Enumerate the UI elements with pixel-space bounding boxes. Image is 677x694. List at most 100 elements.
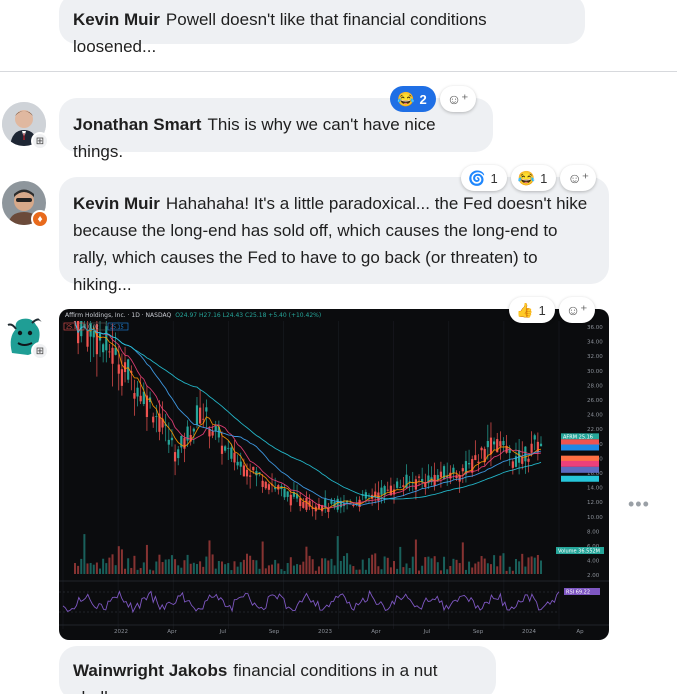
y-tick-label: 24.00 <box>587 413 603 419</box>
volume-bar <box>155 561 158 574</box>
volume-bar <box>205 556 208 574</box>
volume-bar <box>389 567 392 574</box>
author-name[interactable]: Jonathan Smart <box>73 115 201 134</box>
candle-body <box>277 485 280 490</box>
volume-bar <box>152 570 155 574</box>
y-tick-label: 26.00 <box>587 398 603 404</box>
price-tag <box>561 460 599 467</box>
add-reaction-button[interactable]: ☺⁺ <box>560 165 597 191</box>
author-name[interactable]: Wainwright Jakobs <box>73 661 227 680</box>
candle-body <box>396 481 399 488</box>
volume-bar <box>483 558 486 574</box>
volume-bar <box>111 554 114 574</box>
candle-body <box>402 485 405 487</box>
volume-bar <box>114 565 117 574</box>
candle-body <box>530 443 533 453</box>
volume-bar <box>402 567 405 574</box>
more-options-icon[interactable]: ••• <box>628 494 650 515</box>
x-tick-label: 2022 <box>114 629 128 635</box>
volume-bar <box>505 570 508 574</box>
candle-body <box>539 443 543 447</box>
author-name[interactable]: Kevin Muir <box>73 10 160 29</box>
status-badge: ⊞ <box>31 132 49 150</box>
volume-bar <box>189 563 192 574</box>
volume-bar <box>374 553 377 574</box>
stock-chart-image[interactable]: Affirm Holdings, Inc. · 1D · NASDAQ O24.… <box>59 309 609 640</box>
moving-average-line <box>74 321 542 506</box>
y-tick-label: 22.00 <box>587 427 603 433</box>
add-emoji-icon: ☺⁺ <box>565 301 588 318</box>
reaction-thumbs-up[interactable]: 👍 1 <box>509 297 555 323</box>
candle-body <box>220 445 224 454</box>
volume-bar <box>430 558 433 574</box>
volume-bar <box>414 539 417 574</box>
candle-body <box>492 441 496 445</box>
volume-bar <box>377 566 380 574</box>
volume-bar <box>499 555 502 574</box>
candle-body <box>167 439 170 445</box>
candle-body <box>117 364 120 374</box>
volume-bar <box>371 554 374 574</box>
candle-body <box>380 487 383 495</box>
x-tick-label: Apr <box>167 629 177 635</box>
candle-body <box>261 480 264 487</box>
volume-bar <box>233 561 236 574</box>
candle-body <box>467 463 471 465</box>
volume-bar <box>170 555 173 574</box>
y-tick-label: 14.00 <box>587 486 603 492</box>
add-reaction-button[interactable]: ☺⁺ <box>558 297 595 323</box>
volume-bar <box>346 553 349 574</box>
volume-bar <box>177 565 180 574</box>
candle-body <box>245 469 249 477</box>
volume-bar <box>158 554 161 574</box>
volume-bar <box>396 568 399 574</box>
candle-body <box>386 489 389 491</box>
reaction-cyclone[interactable]: 🌀 1 <box>461 165 507 191</box>
add-reaction-button[interactable]: ☺⁺ <box>439 86 476 112</box>
x-tick-label: Apr <box>371 629 381 635</box>
volume-bar <box>80 558 83 574</box>
volume-bar <box>161 562 164 574</box>
candle-body <box>336 498 339 510</box>
volume-bar <box>486 563 489 574</box>
candle-body <box>249 475 252 477</box>
volume-bar <box>433 556 436 574</box>
price-box-value: 25.13 <box>66 325 80 331</box>
volume-bar <box>274 559 277 574</box>
volume-bar <box>199 561 202 574</box>
candle-body <box>192 428 195 432</box>
candle-body <box>486 441 489 448</box>
volume-bar <box>180 567 183 574</box>
volume-bar <box>399 546 402 574</box>
chart-plot: 36.00 34.00 32.00 30.00 28.00 26.00 24.00 22.00… <box>59 321 609 635</box>
price-tag <box>561 466 599 473</box>
volume-bar <box>83 534 86 574</box>
add-emoji-icon: ☺⁺ <box>567 169 590 186</box>
author-name[interactable]: Kevin Muir <box>73 194 160 213</box>
volume-bar <box>271 564 274 574</box>
volume-bar <box>464 569 467 574</box>
candle-body <box>202 418 205 420</box>
reaction-bar: 🌀 1 😂 1 ☺⁺ <box>461 165 597 191</box>
volume-bar <box>92 564 95 574</box>
volume-bar <box>364 569 367 574</box>
candle-body <box>230 447 233 459</box>
volume-bar <box>358 569 361 574</box>
volume-bar <box>458 563 461 574</box>
y-tick-label: 28.00 <box>587 383 603 389</box>
volume-bar <box>436 562 439 574</box>
candle-body <box>352 504 355 507</box>
candle-body <box>286 491 289 497</box>
volume-bar <box>264 568 267 574</box>
message-text-line: because the long-end has sold off, which… <box>73 221 558 240</box>
volume-bar <box>108 557 111 574</box>
reaction-laughing[interactable]: 😂 1 <box>510 165 557 191</box>
volume-bar <box>443 556 446 574</box>
volume-bar <box>367 558 370 574</box>
moving-average-line <box>74 321 542 510</box>
reaction-laughing[interactable]: 😂 2 <box>390 86 436 112</box>
volume-bar <box>317 566 320 574</box>
candle-body <box>199 407 202 424</box>
volume-bar <box>311 559 314 574</box>
volume-bar <box>527 557 530 574</box>
